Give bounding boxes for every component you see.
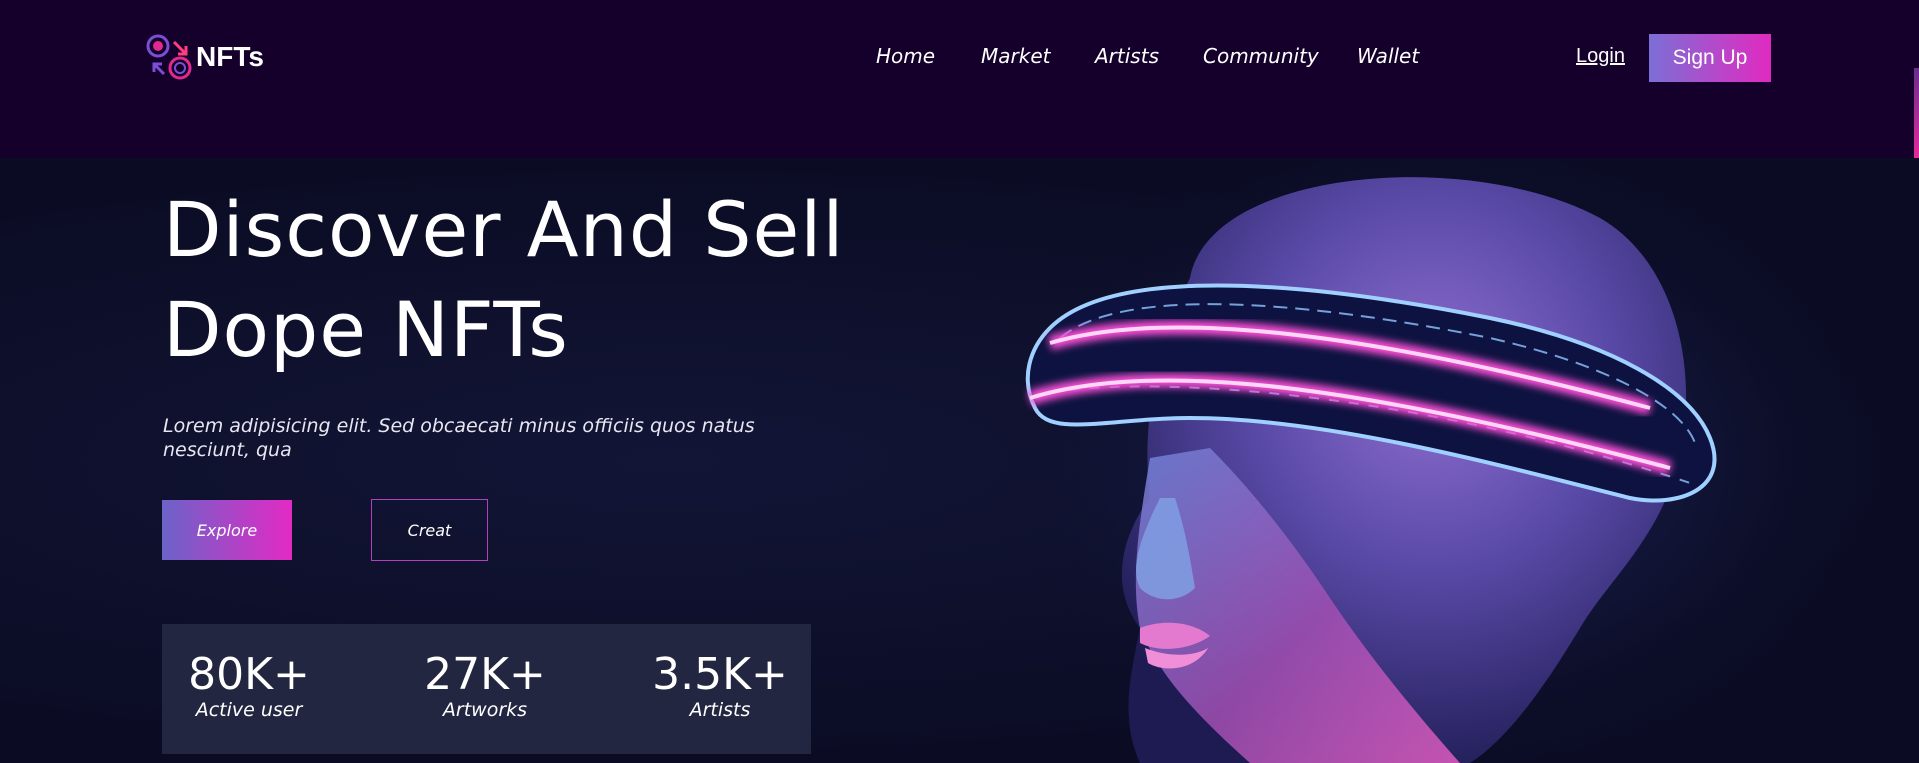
stat-artists: 3.5K+ Artists (650, 652, 790, 722)
stats-panel: 80K+ Active user 27K+ Artworks 3.5K+ Art… (162, 624, 811, 754)
main-nav: Home Market Artists Community Wallet (0, 44, 1919, 74)
scroll-indicator (1914, 68, 1919, 158)
hero-title: Discover And Sell Dope NFTs (163, 180, 863, 380)
nav-community[interactable]: Community (1203, 44, 1319, 68)
stat-artworks: 27K+ Artworks (420, 652, 550, 722)
nav-wallet[interactable]: Wallet (1357, 44, 1419, 68)
nav-market[interactable]: Market (981, 44, 1050, 68)
hero-title-line2: Dope NFTs (163, 285, 569, 374)
create-button[interactable]: Creat (371, 499, 488, 561)
hero-title-line1: Discover And Sell (163, 185, 845, 274)
signup-button[interactable]: Sign Up (1649, 34, 1771, 82)
hero-section: Discover And Sell Dope NFTs Lorem adipis… (0, 158, 1919, 763)
stat-label: Artists (689, 699, 751, 721)
nav-home[interactable]: Home (876, 44, 935, 68)
stat-value: 3.5K+ (652, 649, 788, 700)
login-link[interactable]: Login (1576, 45, 1625, 68)
stat-label: Active user (195, 699, 303, 721)
hero-description: Lorem adipisicing elit. Sed obcaecati mi… (163, 415, 755, 461)
nav-artists[interactable]: Artists (1095, 44, 1159, 68)
site-header: NFTs Home Market Artists Community Walle… (0, 0, 1919, 158)
explore-button[interactable]: Explore (162, 500, 292, 560)
stat-active-users: 80K+ Active user (184, 652, 314, 722)
stat-value: 27K+ (424, 649, 546, 700)
stat-label: Artworks (442, 699, 528, 721)
hero-image (990, 158, 1900, 763)
stat-value: 80K+ (188, 649, 310, 700)
